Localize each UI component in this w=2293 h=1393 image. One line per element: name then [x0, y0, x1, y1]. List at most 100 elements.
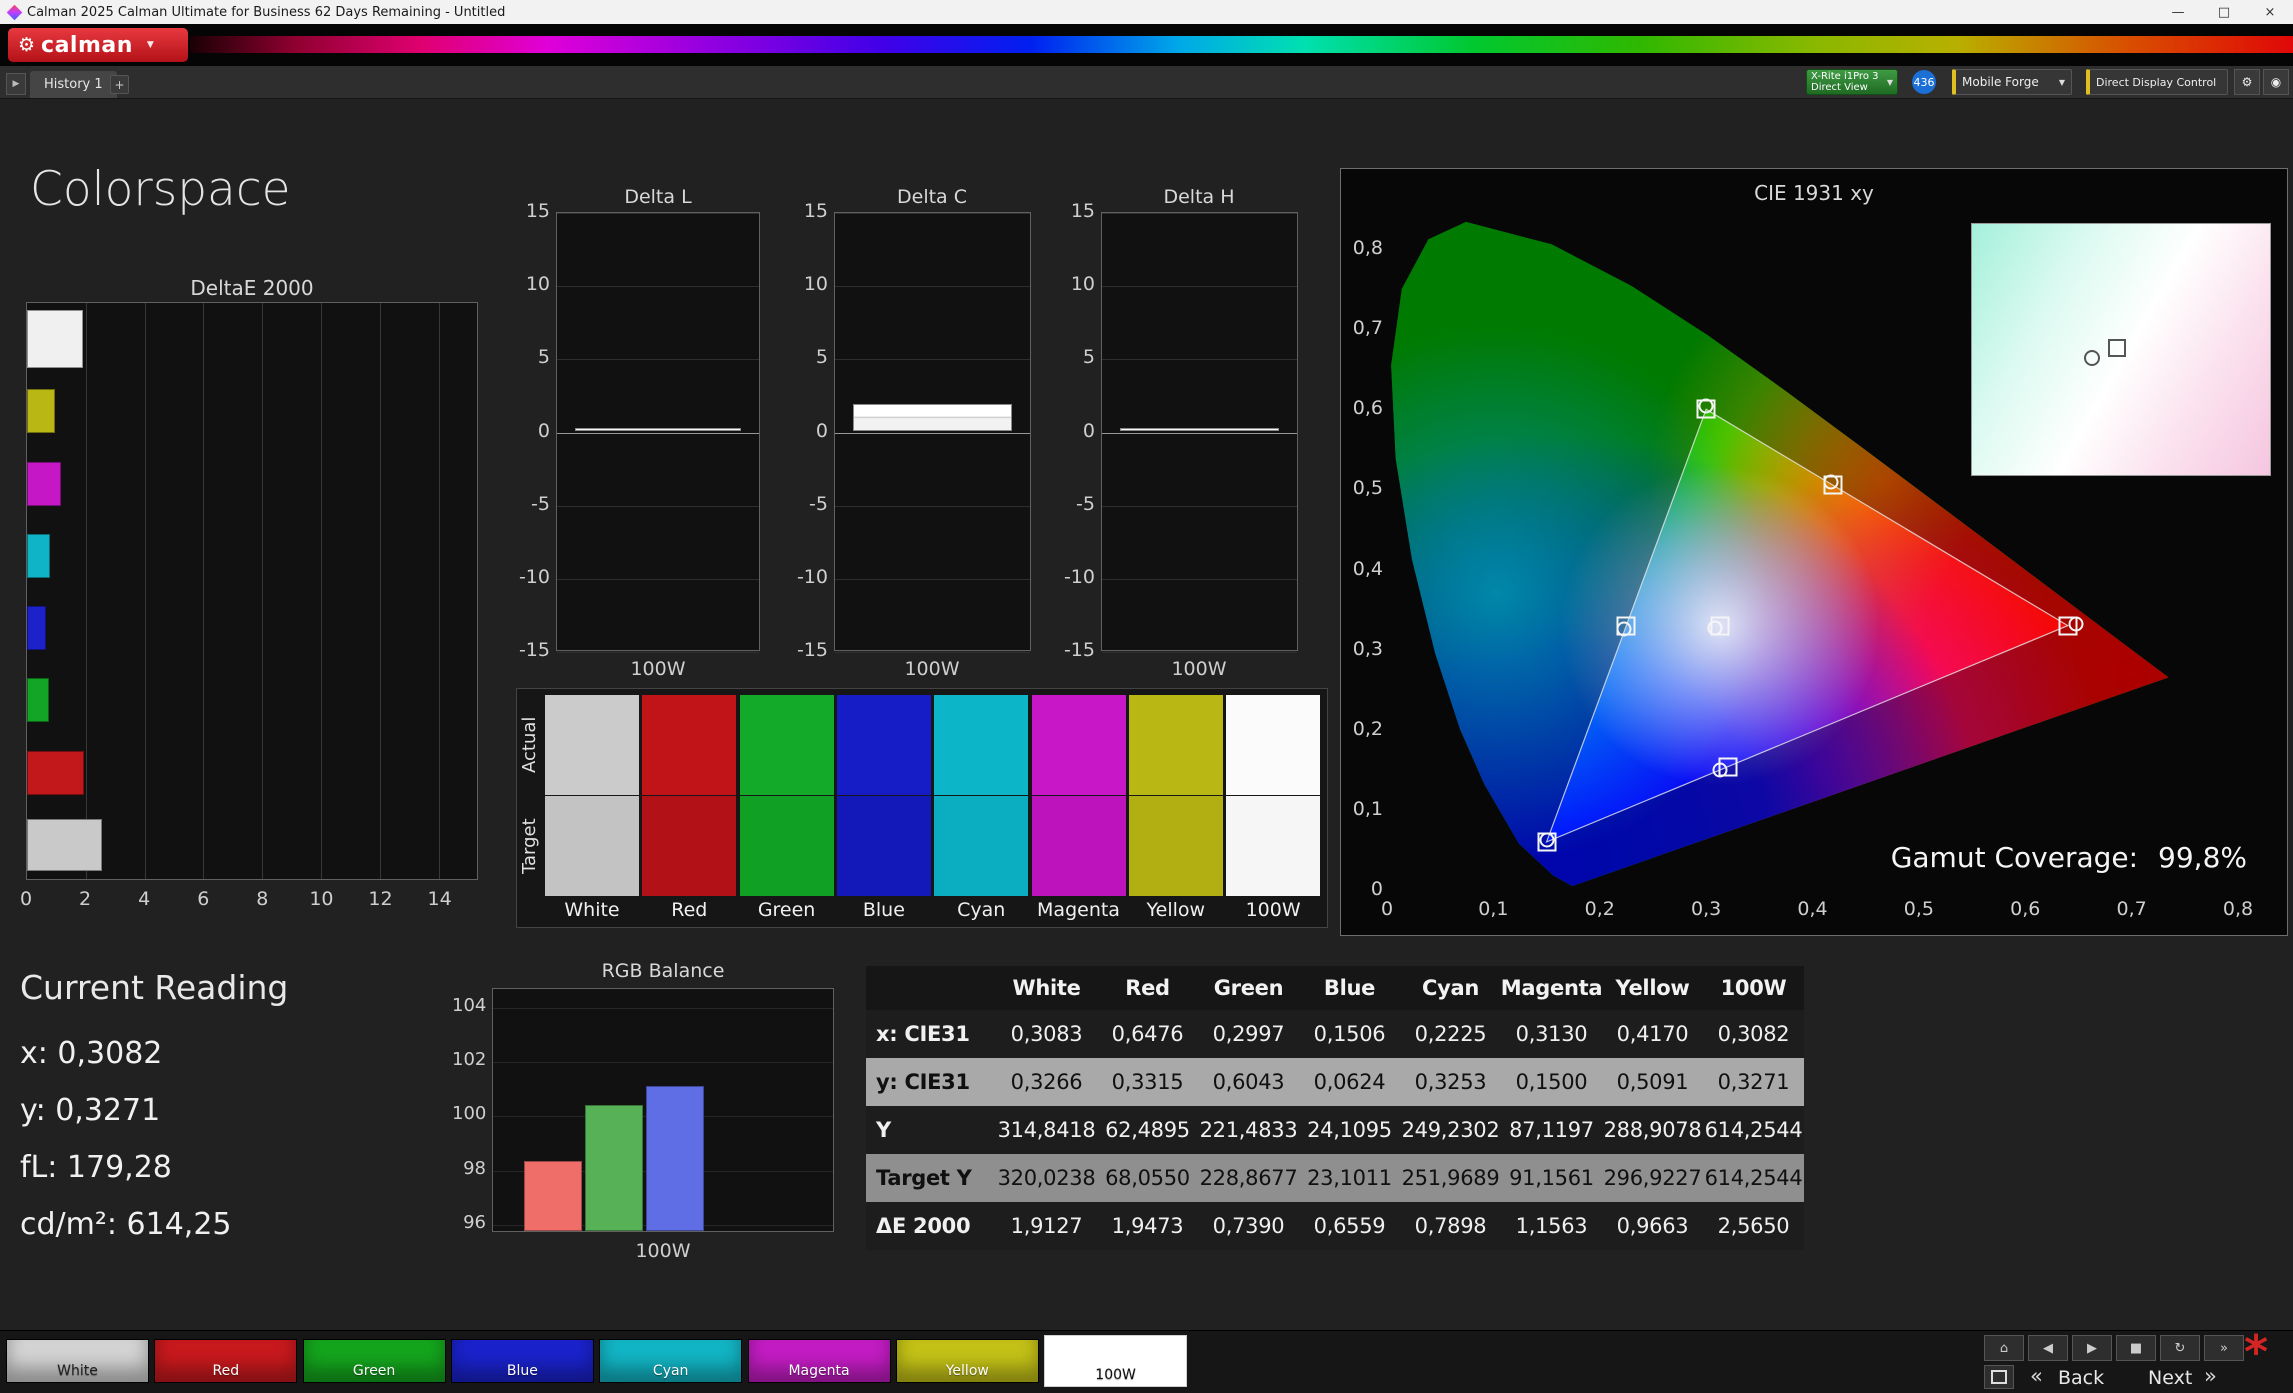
white-point-inset	[1971, 223, 2271, 476]
x-axis-tick-label: 14	[427, 888, 452, 910]
patch-target-white	[545, 796, 639, 896]
deltae-chart: 0 2 4 6 8 10 12 14	[20, 302, 478, 914]
y-axis-tick-label: -15	[1063, 639, 1095, 661]
add-tab-button[interactable]: +	[110, 75, 129, 94]
gridline	[321, 303, 323, 879]
delta-l-title: Delta L	[624, 186, 692, 208]
cie-y-tick-label: 0,8	[1352, 237, 1383, 260]
rewind-icon[interactable]: ◀	[2028, 1335, 2068, 1361]
delta-l-bar	[575, 427, 741, 431]
back-chevron-icon[interactable]: «	[2030, 1364, 2043, 1388]
gridline	[557, 213, 759, 214]
display-control-button[interactable]: Direct Display Control	[2086, 69, 2228, 95]
cie-y-tick-label: 0,6	[1352, 397, 1383, 420]
delta-l-plot-area	[556, 212, 760, 653]
source-label: Mobile Forge	[1962, 75, 2039, 89]
settings-gear-button[interactable]: ⚙	[2234, 69, 2260, 95]
patch-button-blue[interactable]: Blue	[450, 1339, 594, 1383]
table-cell: 0,1500	[1501, 1058, 1602, 1106]
x-axis-tick-label: 8	[256, 888, 269, 910]
table-header-cell: White	[996, 966, 1097, 1010]
table-cell: 0,9663	[1602, 1202, 1703, 1250]
patch-actual-yellow	[1128, 695, 1223, 795]
y-axis-tick-label: 15	[803, 200, 828, 222]
deltae-bar-red	[27, 750, 85, 795]
gridline	[1102, 432, 1297, 434]
patch-target-blue	[836, 796, 931, 896]
patch-target-red	[642, 796, 737, 896]
cie-x-tick-label: 0,7	[2116, 898, 2147, 920]
close-button[interactable]: ×	[2247, 0, 2293, 24]
gridline	[835, 359, 1030, 361]
meter-mode: Direct View	[1811, 82, 1868, 93]
y-axis-tick-label: 0	[537, 419, 550, 442]
table-cell: 0,2225	[1400, 1010, 1501, 1058]
table-cell: 0,5091	[1602, 1058, 1703, 1106]
gridline	[835, 652, 1030, 653]
table-cell: 0,3315	[1097, 1058, 1198, 1106]
meter-selector-button[interactable]: X-Rite i1Pro 3 Direct View ▼	[1806, 69, 1898, 95]
table-header-cell: Blue	[1299, 966, 1400, 1010]
gridline	[1102, 359, 1297, 361]
deltae-bar-blue	[27, 606, 47, 651]
refresh-icon[interactable]: ↻	[2160, 1335, 2200, 1361]
layout-icon	[1991, 1370, 2007, 1384]
cie-y-tick-label: 0,4	[1352, 557, 1383, 580]
table-cell: 0,4170	[1602, 1010, 1703, 1058]
gridline	[835, 505, 1030, 507]
gridline	[557, 359, 759, 361]
measured-marker-red	[2068, 616, 2084, 632]
forward-icon[interactable]: »	[2204, 1335, 2244, 1361]
patch-label: Blue	[862, 899, 905, 921]
play-icon[interactable]: ▶	[2072, 1335, 2112, 1361]
y-axis-tick-label: 0	[1082, 419, 1095, 442]
table-cell: 0,7390	[1198, 1202, 1299, 1250]
minimize-button[interactable]: —	[2155, 0, 2201, 24]
cie-y-tick-label: 0	[1370, 878, 1383, 900]
back-button[interactable]: Back	[2058, 1367, 2104, 1389]
patch-actual-white	[545, 695, 639, 795]
deltae-bar-yellow	[27, 389, 56, 434]
patch-target-cyan	[934, 796, 1029, 896]
table-cell: 0,0624	[1299, 1058, 1400, 1106]
patch-button-cyan[interactable]: Cyan	[599, 1339, 743, 1383]
patch-button-100w[interactable]: 100W	[1044, 1335, 1188, 1387]
y-axis-tick-label: -5	[531, 492, 550, 515]
tab-history-1[interactable]: History 1	[30, 71, 117, 98]
y-axis-tick-label: 102	[452, 1049, 487, 1071]
patch-button-white[interactable]: White	[6, 1339, 149, 1383]
patch-label: Green	[757, 899, 816, 921]
inset-measured-marker	[2084, 350, 2101, 367]
y-axis-tick-label: 5	[1082, 346, 1095, 369]
patch-button-label: Yellow	[945, 1363, 989, 1379]
table-header-cell: Red	[1097, 966, 1198, 1010]
delta-l-chart: Delta L 100W 15 10 5 0 -5 -10 -15	[516, 186, 762, 692]
maximize-button[interactable]: □	[2201, 0, 2247, 24]
table-cell: 221,4833	[1198, 1106, 1299, 1154]
table-cell: 320,0238	[996, 1154, 1097, 1202]
patch-button-green[interactable]: Green	[302, 1339, 446, 1383]
power-button[interactable]: ◉	[2263, 69, 2289, 95]
table-row-label: Target Y	[866, 1154, 996, 1202]
gamut-coverage-value: 99,8%	[2158, 841, 2247, 874]
delta-h-plot-area	[1101, 212, 1298, 653]
next-button[interactable]: Next	[2148, 1367, 2192, 1389]
patch-button-yellow[interactable]: Yellow	[895, 1339, 1039, 1383]
gridline	[85, 303, 87, 879]
patch-button-magenta[interactable]: Magenta	[747, 1339, 891, 1383]
gamut-coverage: Gamut Coverage: 99,8%	[1891, 841, 2247, 874]
calman-logo-button[interactable]: ⚙ calman ▼	[8, 28, 188, 62]
table-cell: 0,3271	[1703, 1058, 1804, 1106]
stop-icon[interactable]: ■	[2116, 1335, 2156, 1361]
gridline	[1102, 213, 1297, 214]
table-cell: 0,3083	[996, 1010, 1097, 1058]
home-icon[interactable]: ⌂	[1984, 1335, 2024, 1361]
table-row-label: Y	[866, 1106, 996, 1154]
tab-scroll-button[interactable]: ▶	[6, 73, 26, 95]
table-cell: 251,9689	[1400, 1154, 1501, 1202]
patch-button-red[interactable]: Red	[154, 1339, 298, 1383]
layout-button[interactable]	[1984, 1365, 2014, 1389]
source-selector-button[interactable]: Mobile Forge ▼	[1952, 69, 2072, 95]
bottom-bar: « Back Next » * White Red Green Blue Cyan Mag…	[0, 1325, 2293, 1393]
next-chevron-icon[interactable]: »	[2204, 1364, 2217, 1388]
